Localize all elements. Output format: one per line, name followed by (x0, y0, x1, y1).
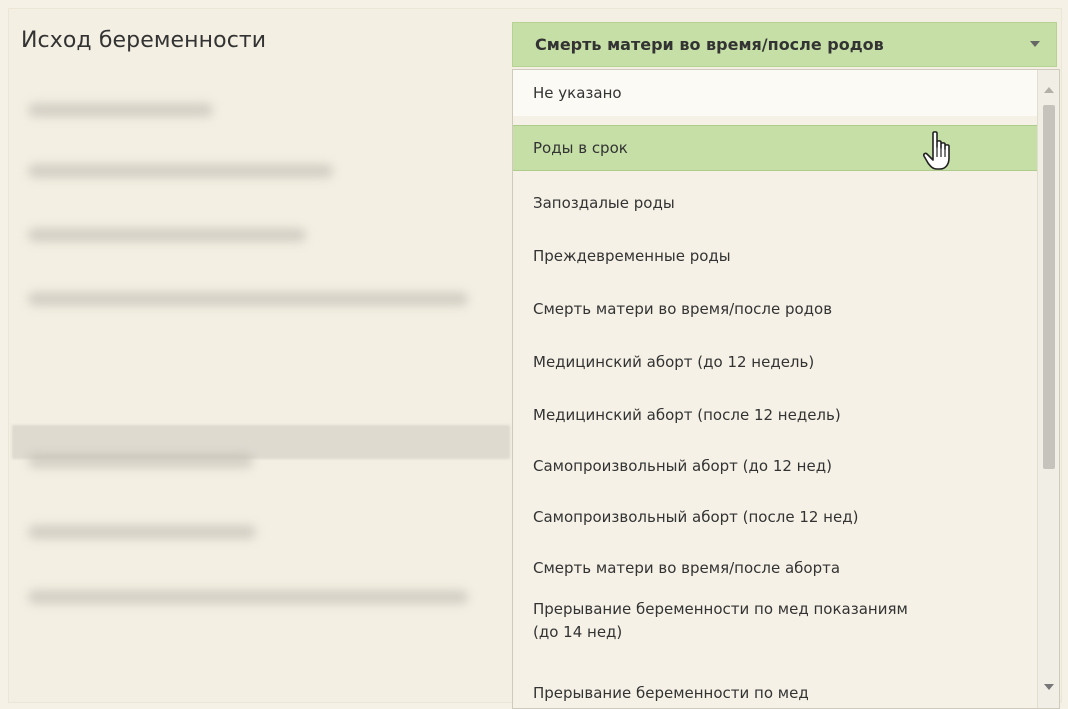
blurred-label (28, 590, 468, 604)
scroll-thumb[interactable] (1043, 105, 1055, 469)
hand-pointer-icon (922, 131, 950, 170)
option-maternal-death-birth[interactable]: Смерть матери во время/после родов (513, 286, 1038, 332)
dropdown-scrollbar[interactable] (1037, 70, 1059, 708)
option-medical-abortion-after-12[interactable]: Медицинский аборт (после 12 недель) (513, 392, 1038, 438)
option-medical-abortion-before-12[interactable]: Медицинский аборт (до 12 недель) (513, 339, 1038, 385)
blurred-label (28, 103, 213, 117)
option-termination-medical-14[interactable]: Прерывание беременности по мед показания… (513, 584, 933, 664)
option-spontaneous-abortion-before-12[interactable]: Самопроизвольный аборт (до 12 нед) (513, 443, 1038, 489)
chevron-down-icon[interactable] (1030, 41, 1040, 47)
pregnancy-outcome-dropdown: Не указано Роды в срок Запоздалые роды П… (512, 69, 1060, 709)
option-late-birth[interactable]: Запоздалые роды (513, 180, 1038, 226)
blurred-label (28, 164, 333, 178)
blurred-label (28, 454, 253, 468)
pregnancy-outcome-label: Исход беременности (21, 28, 267, 53)
option-term-birth[interactable]: Роды в срок (513, 125, 1038, 171)
select-value: Смерть матери во время/после родов (535, 35, 884, 54)
option-termination-medical[interactable]: Прерывание беременности по мед (513, 668, 1038, 708)
option-not-specified[interactable]: Не указано (513, 70, 1038, 116)
blurred-label (28, 525, 256, 539)
pregnancy-outcome-select[interactable]: Смерть матери во время/после родов (512, 22, 1057, 67)
option-premature-birth[interactable]: Преждевременные роды (513, 233, 1038, 279)
option-spontaneous-abortion-after-12[interactable]: Самопроизвольный аборт (после 12 нед) (513, 494, 1038, 540)
scroll-down-icon[interactable] (1044, 684, 1054, 690)
blurred-label (28, 228, 306, 242)
blurred-label (28, 292, 468, 306)
scroll-up-icon[interactable] (1044, 87, 1054, 93)
